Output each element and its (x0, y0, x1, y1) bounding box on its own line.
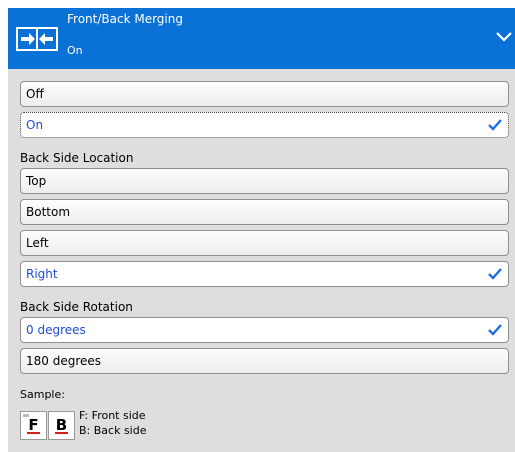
option-0-degrees[interactable]: 0 degrees (20, 317, 509, 343)
merging-panel: Front/Back Merging On Off On Back Side L… (8, 8, 515, 452)
front-underline (27, 432, 40, 434)
header-title: Front/Back Merging (67, 12, 183, 26)
back-underline (55, 432, 68, 434)
option-top[interactable]: Top (20, 168, 509, 194)
option-right[interactable]: Right (20, 261, 509, 287)
back-side-rotation-label: Back Side Rotation (20, 300, 133, 314)
sample-label: Sample: (20, 388, 65, 401)
checkmark-icon (488, 119, 502, 131)
option-label: On (26, 118, 44, 132)
option-label: Right (26, 267, 58, 281)
option-label: 0 degrees (26, 323, 86, 337)
option-label: Left (26, 236, 49, 250)
back-sample-box: B (48, 411, 75, 440)
option-label: Bottom (26, 205, 71, 219)
back-side-location-label: Back Side Location (20, 151, 134, 165)
option-bottom[interactable]: Bottom (20, 199, 509, 225)
header-value: On (67, 44, 83, 57)
option-180-degrees[interactable]: 180 degrees (20, 348, 509, 374)
option-left[interactable]: Left (20, 230, 509, 256)
option-on[interactable]: On (20, 112, 509, 138)
checkmark-icon (488, 324, 502, 336)
chevron-down-icon[interactable] (495, 29, 513, 43)
option-label: Top (26, 174, 47, 188)
checkmark-icon (488, 268, 502, 280)
front-sample-box: F (20, 411, 47, 440)
front-side-description: F: Front side (79, 409, 146, 422)
back-side-description: B: Back side (79, 424, 147, 437)
merge-arrows-icon (16, 27, 58, 51)
option-label: Off (26, 87, 44, 101)
option-off[interactable]: Off (20, 81, 509, 107)
merging-header[interactable]: Front/Back Merging On (8, 8, 515, 69)
option-label: 180 degrees (26, 354, 102, 368)
